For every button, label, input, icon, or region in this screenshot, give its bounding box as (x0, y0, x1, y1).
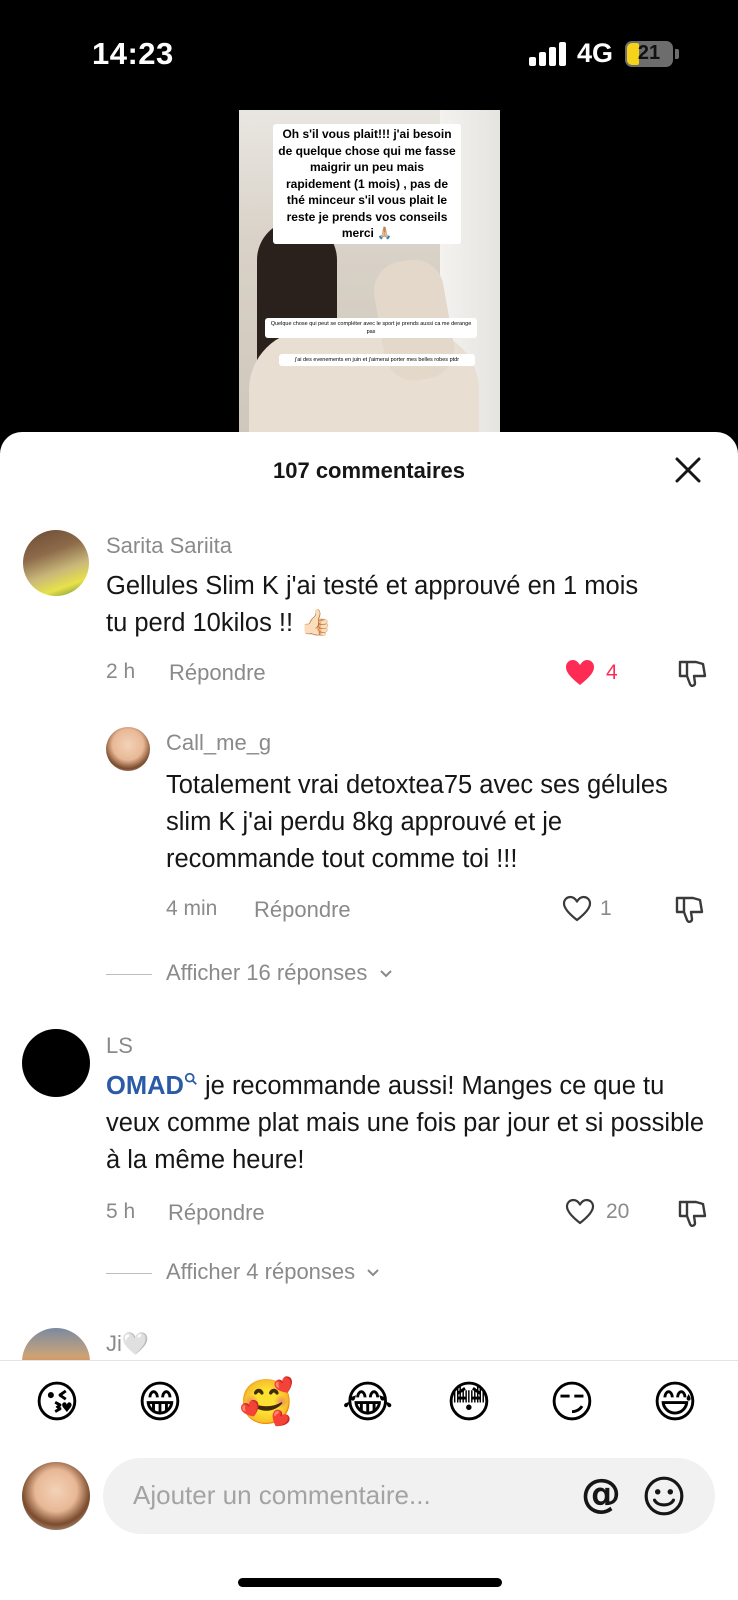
search-icon (184, 1072, 197, 1085)
battery-level: 21 (637, 42, 661, 64)
chevron-down-icon (367, 1269, 379, 1277)
emoji-button[interactable]: 😅 (652, 1375, 698, 1431)
reply-button[interactable]: Répondre (254, 897, 351, 923)
status-bar: 14:23 4G 21 (0, 0, 738, 108)
emoji-button[interactable]: 😳 (446, 1375, 492, 1431)
reply-button[interactable]: Répondre (168, 1200, 265, 1226)
video-thumbnail[interactable]: Oh s'il vous plait!!! j'ai besoin de que… (239, 110, 500, 434)
emoji-button[interactable]: 😁 (137, 1375, 183, 1431)
comment-username[interactable]: Ji🤍 (106, 1331, 149, 1357)
view-replies-label: Afficher 4 réponses (166, 1259, 356, 1284)
network-label: 4G (577, 38, 614, 68)
view-replies-button[interactable]: Afficher 16 réponses (106, 960, 394, 986)
emoji-button[interactable]: 😂 (342, 1375, 393, 1431)
home-indicator (238, 1578, 502, 1587)
comment-username[interactable]: LS (106, 1033, 133, 1059)
video-caption: Oh s'il vous plait!!! j'ai besoin de que… (273, 124, 461, 244)
emoji-button[interactable]: 😘 (34, 1375, 80, 1431)
comment-text: Totalement vrai detoxtea75 avec ses gélu… (166, 771, 668, 873)
clock: 14:23 (92, 36, 174, 71)
chevron-down-icon (379, 970, 392, 978)
close-icon[interactable] (672, 454, 704, 486)
avatar[interactable] (23, 530, 89, 596)
comment-text: Gellules Slim K j'ai testé et approuvé e… (106, 572, 639, 637)
comment-input-placeholder: Ajouter un commentaire... (133, 1480, 431, 1510)
mention-button[interactable]: @ (581, 1471, 621, 1517)
emoji-button[interactable]: 🥰 (239, 1375, 294, 1431)
dislike-icon[interactable] (676, 1196, 708, 1230)
divider (0, 1360, 738, 1361)
avatar[interactable] (106, 727, 150, 771)
like-count: 4 (606, 661, 618, 684)
comments-count-title: 107 commentaires (273, 458, 465, 483)
comment-username[interactable]: Sarita Sariita (106, 533, 232, 559)
signal-icon (529, 42, 569, 66)
comment-time: 4 min (166, 897, 218, 920)
emoji-picker-icon[interactable] (643, 1475, 685, 1517)
like-count: 20 (606, 1200, 630, 1223)
emoji-button[interactable]: 😏 (549, 1375, 595, 1431)
comment-time: 5 h (106, 1200, 136, 1223)
like-count: 1 (600, 897, 612, 920)
video-note: j'ai des evenements en juin et j'aimerai… (279, 354, 475, 366)
dislike-icon[interactable] (673, 892, 705, 926)
reply-button[interactable]: Répondre (169, 660, 266, 686)
avatar[interactable] (22, 1328, 90, 1360)
comment-username[interactable]: Call_me_g (166, 730, 271, 756)
video-note: Quelque chose qui peut se compléter avec… (265, 318, 477, 338)
comment-input[interactable]: Ajouter un commentaire... @ (103, 1458, 715, 1534)
heart-outline-icon[interactable] (561, 893, 593, 925)
battery-icon: 21 (625, 41, 679, 67)
comment-text: OMAD je recommande aussi! Manges ce que … (106, 1072, 705, 1174)
view-replies-button[interactable]: Afficher 4 réponses (106, 1259, 381, 1285)
my-avatar[interactable] (22, 1462, 90, 1530)
avatar[interactable] (22, 1029, 90, 1097)
comment-time: 2 h (106, 660, 136, 683)
heart-filled-icon[interactable] (564, 657, 596, 689)
view-replies-label: Afficher 16 réponses (166, 960, 368, 985)
heart-outline-icon[interactable] (564, 1196, 596, 1228)
dislike-icon[interactable] (676, 656, 708, 690)
mention-link[interactable]: OMAD (106, 1072, 198, 1100)
